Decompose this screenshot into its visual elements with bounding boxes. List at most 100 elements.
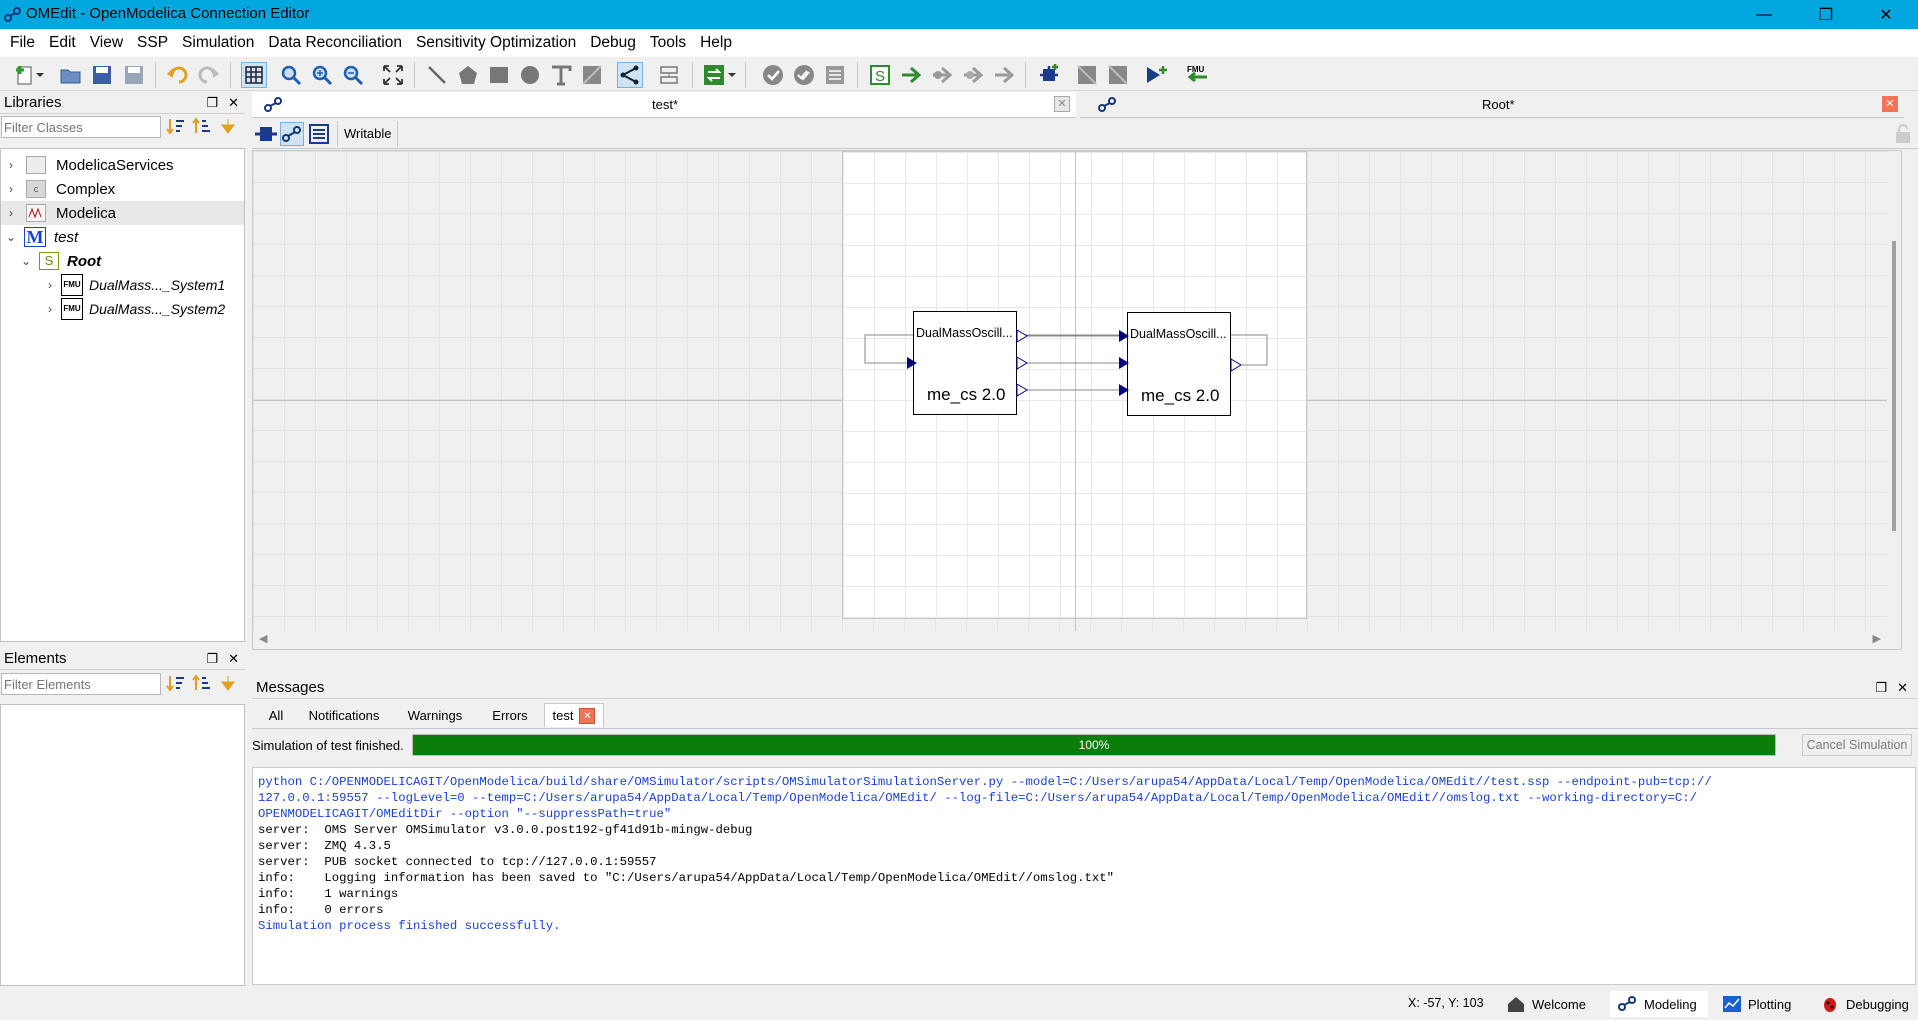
close-dock-icon[interactable]: ✕: [1897, 680, 1908, 696]
restore-button[interactable]: ❐: [1797, 0, 1855, 29]
diagram-canvas[interactable]: DualMassOscill... me_cs 2.0 DualMassOsci…: [252, 150, 1902, 650]
simulation-log[interactable]: python C:/OPENMODELICAGIT/OpenModelica/b…: [252, 767, 1916, 985]
sort-descending-icon[interactable]: [166, 674, 186, 698]
close-tab-icon[interactable]: ✕: [579, 707, 596, 724]
fmu-component-1[interactable]: DualMassOscill... me_cs 2.0: [913, 311, 1017, 415]
reload-simulation-icon[interactable]: [701, 62, 727, 88]
filter-elements-input[interactable]: [1, 673, 161, 695]
cancel-simulation-button[interactable]: Cancel Simulation: [1802, 734, 1912, 756]
undo-icon[interactable]: [164, 62, 190, 88]
sort-descending-icon[interactable]: [166, 117, 186, 141]
add-system-icon[interactable]: [1143, 62, 1169, 88]
check-all-models-icon[interactable]: [791, 62, 817, 88]
connect-mode-icon[interactable]: [617, 62, 643, 88]
menu-debug[interactable]: Debug: [583, 34, 643, 52]
debugging-perspective-button[interactable]: Debugging: [1812, 991, 1918, 1017]
tree-item-root[interactable]: ⌄ S Root: [19, 249, 101, 273]
redo-icon[interactable]: [196, 62, 222, 88]
bitmap-tool-icon[interactable]: [579, 62, 605, 88]
simulate-animation-icon[interactable]: [991, 62, 1017, 88]
fmu-component-2[interactable]: DualMassOscill... me_cs 2.0: [1127, 312, 1231, 416]
menu-view[interactable]: View: [83, 34, 130, 52]
tree-item-system2[interactable]: › FMU DualMass..._System2: [43, 297, 225, 321]
line-tool-icon[interactable]: [424, 62, 450, 88]
chevron-right-icon[interactable]: ›: [4, 206, 18, 220]
chevron-down-icon[interactable]: ⌄: [4, 230, 18, 244]
chevron-right-icon[interactable]: ›: [43, 278, 57, 292]
chevron-down-icon[interactable]: ⌄: [19, 254, 33, 268]
transition-mode-icon[interactable]: [656, 62, 682, 88]
tab-root[interactable]: Root* ✕: [1080, 92, 1904, 118]
tree-item-test[interactable]: ⌄ M test: [1, 225, 78, 249]
tab-test[interactable]: test* ✕: [252, 92, 1076, 118]
menu-data-reconciliation[interactable]: Data Reconciliation: [261, 34, 409, 52]
vertical-scrollbar[interactable]: [1887, 151, 1901, 633]
messages-tab-test[interactable]: test ✕: [544, 703, 604, 727]
scroll-to-active-icon[interactable]: [218, 674, 238, 698]
tree-item-system1[interactable]: › FMU DualMass..._System1: [43, 273, 225, 297]
scroll-to-active-icon[interactable]: [218, 117, 238, 141]
ssp-s-icon[interactable]: S: [867, 62, 893, 88]
modeling-perspective-button[interactable]: Modeling: [1610, 991, 1708, 1017]
chevron-right-icon[interactable]: ›: [4, 158, 18, 172]
add-bus-icon[interactable]: [1074, 62, 1100, 88]
plotting-perspective-button[interactable]: Plotting: [1714, 991, 1812, 1017]
close-tab-icon[interactable]: ✕: [1882, 96, 1898, 112]
tree-item-modelica[interactable]: › Modelica: [1, 201, 244, 225]
tree-item-modelicaservices[interactable]: › ModelicaServices: [1, 153, 174, 177]
sort-ascending-icon[interactable]: [192, 117, 212, 141]
messages-tab-notifications[interactable]: Notifications: [300, 703, 388, 727]
zoom-in-icon[interactable]: [309, 62, 335, 88]
reload-dropdown-icon[interactable]: [726, 62, 738, 88]
close-dock-icon[interactable]: ✕: [228, 651, 239, 667]
zoom-out-icon[interactable]: [340, 62, 366, 88]
menu-tools[interactable]: Tools: [643, 34, 693, 52]
menu-file[interactable]: File: [3, 34, 42, 52]
chevron-right-icon[interactable]: ›: [43, 302, 57, 316]
simulate-debug-icon[interactable]: [960, 62, 986, 88]
undock-icon[interactable]: ❐: [206, 651, 218, 667]
scrollbar-thumb[interactable]: [1892, 241, 1896, 531]
menu-ssp[interactable]: SSP: [130, 34, 175, 52]
close-dock-icon[interactable]: ✕: [228, 95, 239, 111]
lock-icon[interactable]: [1894, 124, 1912, 144]
ellipse-tool-icon[interactable]: [517, 62, 543, 88]
undock-icon[interactable]: ❐: [1875, 680, 1887, 696]
messages-tab-errors[interactable]: Errors: [482, 703, 538, 727]
minimize-button[interactable]: —: [1735, 0, 1793, 29]
simulate-setup-icon[interactable]: [929, 62, 955, 88]
menu-edit[interactable]: Edit: [42, 34, 83, 52]
diagram-view-icon[interactable]: [280, 122, 304, 146]
save-icon[interactable]: [89, 62, 115, 88]
menu-help[interactable]: Help: [693, 34, 739, 52]
instantiate-model-icon[interactable]: [822, 62, 848, 88]
undock-icon[interactable]: ❐: [206, 95, 218, 111]
text-tool-icon[interactable]: [548, 62, 574, 88]
new-dropdown-icon[interactable]: [34, 62, 46, 88]
filter-classes-input[interactable]: [1, 116, 161, 138]
open-folder-icon[interactable]: [58, 62, 84, 88]
messages-tab-warnings[interactable]: Warnings: [400, 703, 470, 727]
tree-item-complex[interactable]: › c Complex: [1, 177, 115, 201]
import-fmu-icon[interactable]: FMU: [1182, 62, 1212, 88]
zoom-reset-icon[interactable]: [278, 62, 304, 88]
close-window-button[interactable]: ✕: [1857, 0, 1915, 29]
icon-view-icon[interactable]: [254, 122, 278, 146]
horizontal-scrollbar[interactable]: ◀ ▶: [253, 631, 1901, 649]
welcome-perspective-button[interactable]: Welcome: [1498, 991, 1604, 1017]
messages-tab-all[interactable]: All: [260, 703, 292, 727]
fit-to-diagram-icon[interactable]: [380, 62, 406, 88]
save-all-icon[interactable]: [121, 62, 147, 88]
menu-sensitivity-optimization[interactable]: Sensitivity Optimization: [409, 34, 583, 52]
grid-toggle-icon[interactable]: [241, 62, 267, 88]
add-submodel-icon[interactable]: [1036, 62, 1062, 88]
rectangle-tool-icon[interactable]: [486, 62, 512, 88]
sort-ascending-icon[interactable]: [192, 674, 212, 698]
check-model-icon[interactable]: [760, 62, 786, 88]
text-view-icon[interactable]: [307, 122, 331, 146]
polygon-tool-icon[interactable]: [455, 62, 481, 88]
close-tab-icon[interactable]: ✕: [1054, 96, 1070, 112]
add-connector-icon[interactable]: [1105, 62, 1131, 88]
menu-simulation[interactable]: Simulation: [175, 34, 261, 52]
simulate-arrow-icon[interactable]: [898, 62, 924, 88]
